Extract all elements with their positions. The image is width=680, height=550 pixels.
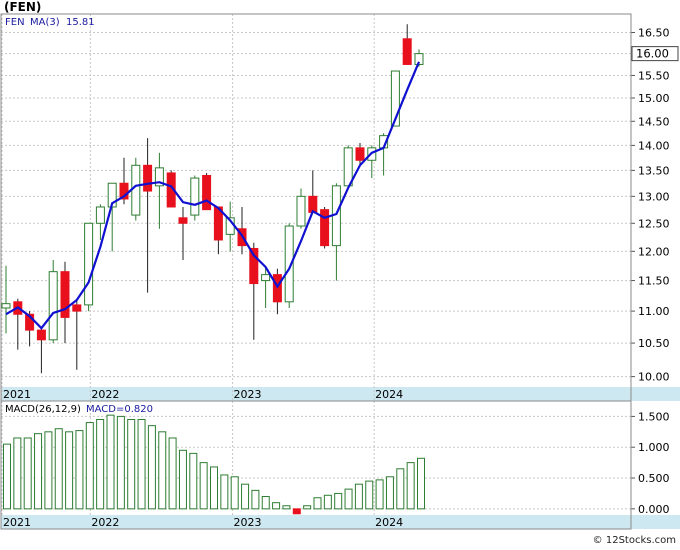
macd-bar (385, 476, 394, 510)
macd-bar (220, 474, 229, 510)
price-tick-label: 12.50 (638, 217, 670, 230)
candle-body-up (95, 206, 105, 224)
macd-bar (116, 415, 125, 510)
macd-bar (85, 422, 94, 510)
macd-year-label: 2023 (234, 516, 262, 529)
macd-bar (127, 418, 136, 510)
macd-bar (13, 437, 22, 510)
stock-chart: 10.00 10.50 11.00 11.50 12.00 12.50 13.00 13.50… (0, 0, 680, 546)
price-tick-label: 10.00 (638, 371, 670, 384)
watermark: © 12Stocks.com (593, 535, 676, 546)
macd-bar-negative (292, 508, 301, 515)
price-tick-label: 10.50 (638, 337, 670, 350)
macd-bar (396, 468, 405, 510)
macd-bar (168, 437, 177, 510)
last-price-tag: 16.00 (631, 46, 679, 62)
macd-bar (365, 480, 374, 510)
candle-body-down (308, 195, 318, 213)
candle-body-up (84, 222, 94, 306)
price-tick-label: 14.50 (638, 115, 670, 128)
candle-body-down (178, 217, 188, 224)
macd-bar (199, 462, 208, 510)
macd-year-label: 2021 (3, 516, 31, 529)
price-year-label: 2024 (375, 388, 403, 401)
candle-body-up (261, 274, 271, 282)
candle-body-down (36, 329, 46, 341)
price-tick-label: 16.50 (638, 26, 670, 39)
price-tick-label: 15.50 (638, 69, 670, 82)
candle-body-up (48, 271, 58, 341)
legend-ma-label: MA(3) (30, 17, 60, 28)
macd-bar (106, 414, 115, 510)
macd-bar (210, 466, 218, 510)
macd-bar (96, 418, 105, 510)
price-tick-label: 11.50 (638, 275, 670, 288)
price-tick-label: 13.00 (638, 190, 670, 203)
candle-body-up (1, 303, 11, 309)
candle-body-down (202, 174, 212, 211)
macd-axis-corner (631, 515, 680, 529)
chart-canvas: 10.00 10.50 11.00 11.50 12.00 12.50 13.00 13.50… (0, 0, 680, 546)
legend-symbol: FEN (5, 17, 25, 28)
macd-bar (272, 502, 281, 510)
macd-bar (147, 425, 156, 510)
candle-body-up (343, 147, 353, 187)
candle-body-up (190, 177, 200, 216)
candle-body-up (296, 195, 306, 227)
price-tick-label: 12.00 (638, 245, 670, 258)
price-tick-label: 11.00 (638, 305, 670, 318)
macd-tick-label: 0.500 (638, 472, 670, 485)
macd-bar (44, 431, 53, 510)
macd-bar (282, 505, 291, 510)
macd-value-label: MACD=0.820 (86, 404, 153, 415)
macd-bar (178, 449, 187, 510)
macd-bar (261, 496, 270, 510)
macd-bar (65, 431, 74, 510)
macd-label: MACD(26,12,9) (5, 404, 81, 415)
macd-bar (75, 430, 84, 510)
price-axis-labels: 10.00 10.50 11.00 11.50 12.00 12.50 13.00 13.50… (631, 26, 670, 384)
macd-bar (375, 479, 384, 510)
macd-tick-label: 1.500 (638, 410, 670, 423)
macd-bar (251, 489, 260, 510)
macd-bar (230, 476, 239, 510)
macd-tick-label: 1.000 (638, 441, 670, 454)
macd-bar (241, 483, 250, 510)
last-price-value: 16.00 (636, 47, 669, 61)
price-year-label: 2021 (3, 388, 31, 401)
macd-bar (23, 437, 32, 510)
candle-body-up (131, 164, 141, 216)
macd-bar (323, 494, 332, 510)
macd-bar (303, 505, 312, 510)
macd-bar (344, 488, 353, 510)
macd-bar (354, 483, 363, 510)
macd-bar (3, 443, 11, 510)
macd-bar (54, 428, 63, 510)
macd-year-label: 2022 (91, 516, 119, 529)
price-tick-label: 14.00 (638, 139, 670, 152)
price-year-label: 2022 (91, 388, 119, 401)
macd-year-label: 2024 (375, 516, 403, 529)
price-tick-label: 13.50 (638, 164, 670, 177)
macd-bar (158, 431, 167, 510)
price-legend: FEN MA(3) 15.81 (5, 17, 95, 28)
price-axis-corner (631, 387, 680, 401)
legend-ma-value: 15.81 (66, 17, 95, 28)
macd-bar (334, 492, 343, 510)
candle-body-down (402, 38, 412, 65)
macd-bar (417, 457, 425, 510)
macd-bar (406, 462, 415, 510)
candle-body-down (143, 164, 153, 192)
price-tick-label: 15.00 (638, 92, 670, 105)
candle-body-down (355, 147, 365, 161)
macd-bar (189, 452, 198, 510)
macd-tick-label: 0.000 (638, 503, 670, 516)
candle-body-down (72, 304, 82, 312)
macd-bar (137, 418, 146, 510)
macd-bar (313, 497, 322, 510)
macd-axis-labels: 0.000 0.500 1.000 1.500 (631, 410, 670, 516)
macd-bar (34, 433, 43, 510)
price-year-label: 2023 (234, 388, 262, 401)
ticker-label: (FEN) (4, 0, 41, 14)
